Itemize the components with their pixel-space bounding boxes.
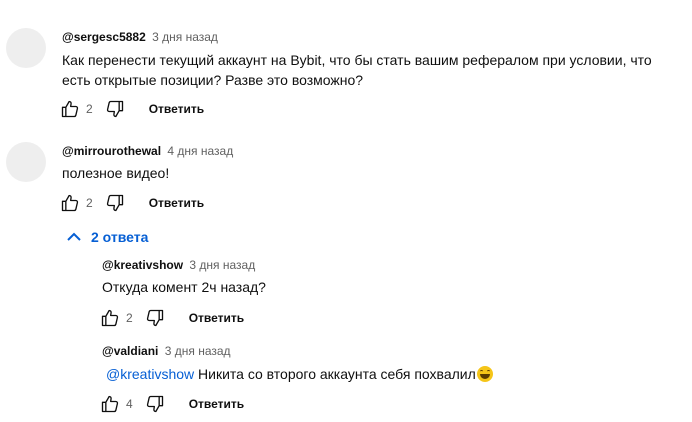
mention-link[interactable]: @kreativshow: [106, 366, 194, 382]
comment-header: @mirrourothewal 4 дня назад: [62, 144, 233, 158]
thumbs-down-icon: [146, 395, 163, 413]
thumbs-up-icon: [101, 309, 119, 327]
thumbs-down-icon: [146, 309, 163, 327]
reply-time[interactable]: 3 дня назад: [165, 344, 231, 358]
thumbs-up-icon: [101, 395, 119, 413]
comment-actions: 2 Ответить: [58, 97, 204, 121]
comment-text: Как перенести текущий аккаунт на Bybit, …: [62, 52, 652, 88]
like-count: 2: [126, 311, 133, 325]
reply-text: Откуда комент 2ч назад?: [102, 279, 266, 295]
comment-text: полезное видео!: [62, 165, 170, 181]
reply-author[interactable]: @valdiani: [102, 344, 158, 358]
like-count: 2: [86, 102, 93, 116]
reply-button[interactable]: Ответить: [189, 397, 244, 411]
reply-button[interactable]: Ответить: [189, 311, 244, 325]
comment-header: @sergesc5882 3 дня назад: [62, 30, 218, 44]
reply-button[interactable]: Ответить: [149, 102, 204, 116]
dislike-button[interactable]: [103, 97, 127, 121]
reply-time[interactable]: 3 дня назад: [189, 258, 255, 272]
comment-time[interactable]: 3 дня назад: [152, 30, 218, 44]
thumbs-down-icon: [106, 194, 123, 212]
comment-author[interactable]: @mirrourothewal: [62, 144, 161, 158]
thumbs-up-icon: [61, 194, 79, 212]
reply-header: @kreativshow 3 дня назад: [102, 258, 255, 272]
dislike-button[interactable]: [143, 306, 167, 330]
chevron-up-icon: [67, 232, 81, 241]
like-count: 2: [86, 196, 93, 210]
reply-header: @valdiani 3 дня назад: [102, 344, 231, 358]
dislike-button[interactable]: [103, 191, 127, 215]
like-button[interactable]: [98, 392, 122, 416]
like-button[interactable]: [58, 191, 82, 215]
like-count: 4: [126, 397, 133, 411]
reply-author[interactable]: @kreativshow: [102, 258, 183, 272]
like-button[interactable]: [98, 306, 122, 330]
thumbs-down-icon: [106, 100, 123, 118]
thumbs-up-icon: [61, 100, 79, 118]
like-button[interactable]: [58, 97, 82, 121]
dislike-button[interactable]: [143, 392, 167, 416]
reply-button[interactable]: Ответить: [149, 196, 204, 210]
reply-text: @kreativshow Никита со второго аккаунта …: [106, 364, 493, 384]
comment-actions: 2 Ответить: [58, 191, 204, 215]
replies-toggle[interactable]: 2 ответа: [66, 229, 148, 245]
avatar[interactable]: [6, 142, 46, 182]
reply-actions: 4 Ответить: [98, 392, 244, 416]
avatar[interactable]: [6, 28, 46, 68]
replies-toggle-label: 2 ответа: [91, 229, 149, 245]
grinning-sweat-emoji-icon: [476, 366, 493, 382]
comment-time[interactable]: 4 дня назад: [167, 144, 233, 158]
reply-actions: 2 Ответить: [98, 306, 244, 330]
comment-author[interactable]: @sergesc5882: [62, 30, 146, 44]
